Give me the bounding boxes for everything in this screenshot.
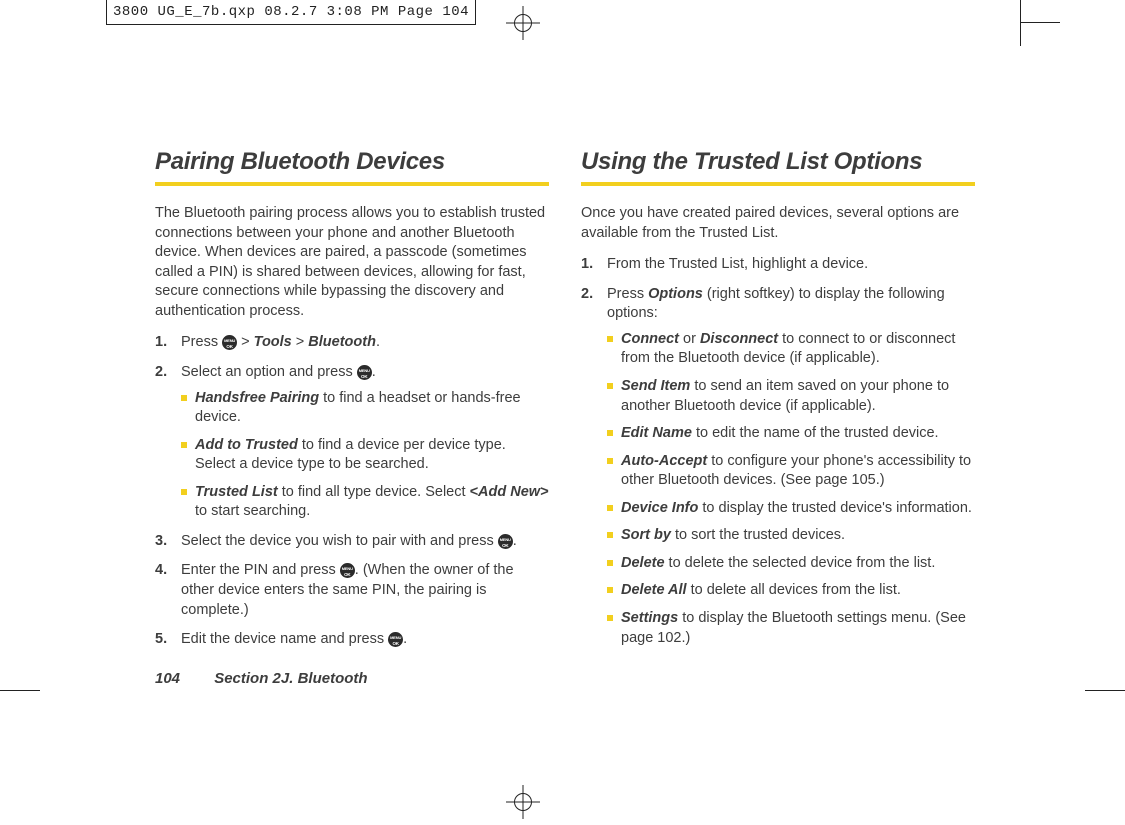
opt-settings: Settings to display the Bluetooth settin… [607, 609, 975, 648]
sub-options: Handsfree Pairing to find a headset or h… [181, 389, 549, 522]
crop-header: 3800 UG_E_7b.qxp 08.2.7 3:08 PM Page 104 [106, 0, 476, 25]
option-label: Delete [621, 555, 665, 571]
option-desc: to display the trusted device's informat… [698, 500, 972, 516]
menu-path-bluetooth: Bluetooth [308, 334, 376, 350]
step-2: Select an option and press . Handsfree P… [155, 363, 549, 522]
step-1: From the Trusted List, highlight a devic… [581, 255, 975, 275]
menu-ok-icon [340, 563, 355, 578]
option-desc: to find all type device. Select [278, 484, 470, 500]
section-id: Section 2J. Bluetooth [214, 670, 367, 687]
option-label: Add to Trusted [195, 437, 298, 453]
opt-send-item: Send Item to send an item saved on your … [607, 377, 975, 416]
page-content: Pairing Bluetooth Devices The Bluetooth … [155, 148, 975, 660]
step-2: Press Options (right softkey) to display… [581, 285, 975, 648]
option-label: Handsfree Pairing [195, 390, 319, 406]
option-label: Connect [621, 331, 679, 347]
opt-sort-by: Sort by to sort the trusted devices. [607, 526, 975, 546]
step-text: Press [607, 286, 648, 302]
page-number: 104 [155, 670, 180, 687]
options-softkey-label: Options [648, 286, 703, 302]
step-text: Enter the PIN and press [181, 562, 340, 578]
crop-mark [1020, 0, 1021, 46]
opt-device-info: Device Info to display the trusted devic… [607, 499, 975, 519]
section-title: Using the Trusted List Options [581, 148, 975, 186]
option-desc: or [679, 331, 700, 347]
option-label: Edit Name [621, 425, 692, 441]
registration-mark-bottom [512, 791, 534, 813]
step-3: Select the device you wish to pair with … [155, 532, 549, 552]
page-footer: 104 Section 2J. Bluetooth [155, 670, 368, 687]
opt-delete-all: Delete All to delete all devices from th… [607, 581, 975, 601]
option-desc: to sort the trusted devices. [671, 527, 845, 543]
menu-ok-icon [498, 534, 513, 549]
option-label: Delete All [621, 582, 687, 598]
option-label: Disconnect [700, 331, 778, 347]
section-title: Pairing Bluetooth Devices [155, 148, 549, 186]
right-column: Using the Trusted List Options Once you … [581, 148, 975, 660]
step-text: Edit the device name and press [181, 631, 388, 647]
menu-ok-icon [388, 632, 403, 647]
intro-paragraph: The Bluetooth pairing process allows you… [155, 204, 549, 321]
sub-trusted-list: Trusted List to find all type device. Se… [181, 483, 549, 522]
add-new-label: <Add New> [470, 484, 549, 500]
sub-handsfree: Handsfree Pairing to find a headset or h… [181, 389, 549, 428]
option-label: Settings [621, 610, 678, 626]
opt-connect: Connect or Disconnect to connect to or d… [607, 330, 975, 369]
intro-paragraph: Once you have created paired devices, se… [581, 204, 975, 243]
option-desc: to start searching. [195, 503, 310, 519]
steps-list: From the Trusted List, highlight a devic… [581, 255, 975, 648]
option-desc: to delete the selected device from the l… [665, 555, 936, 571]
opt-delete: Delete to delete the selected device fro… [607, 554, 975, 574]
trim-mark [0, 690, 40, 691]
option-label: Send Item [621, 378, 690, 394]
opt-auto-accept: Auto-Accept to configure your phone's ac… [607, 452, 975, 491]
steps-list: Press > Tools > Bluetooth. Select an opt… [155, 333, 549, 649]
step-5: Edit the device name and press . [155, 630, 549, 650]
step-text: Select an option and press [181, 364, 357, 380]
option-label: Device Info [621, 500, 698, 516]
registration-mark-top [512, 12, 534, 34]
menu-ok-icon [357, 365, 372, 380]
sub-options: Connect or Disconnect to connect to or d… [607, 330, 975, 648]
step-4: Enter the PIN and press . (When the owne… [155, 561, 549, 620]
menu-ok-icon [222, 335, 237, 350]
step-1: Press > Tools > Bluetooth. [155, 333, 549, 353]
sub-add-to-trusted: Add to Trusted to find a device per devi… [181, 436, 549, 475]
option-desc: to delete all devices from the list. [687, 582, 901, 598]
step-text: Select the device you wish to pair with … [181, 533, 498, 549]
trim-mark [1085, 690, 1125, 691]
menu-path-tools: Tools [254, 334, 292, 350]
option-label: Auto-Accept [621, 453, 707, 469]
crop-mark [1020, 22, 1060, 23]
step-text: Press [181, 334, 222, 350]
opt-edit-name: Edit Name to edit the name of the truste… [607, 424, 975, 444]
option-desc: to edit the name of the trusted device. [692, 425, 939, 441]
left-column: Pairing Bluetooth Devices The Bluetooth … [155, 148, 549, 660]
option-label: Trusted List [195, 484, 278, 500]
option-label: Sort by [621, 527, 671, 543]
